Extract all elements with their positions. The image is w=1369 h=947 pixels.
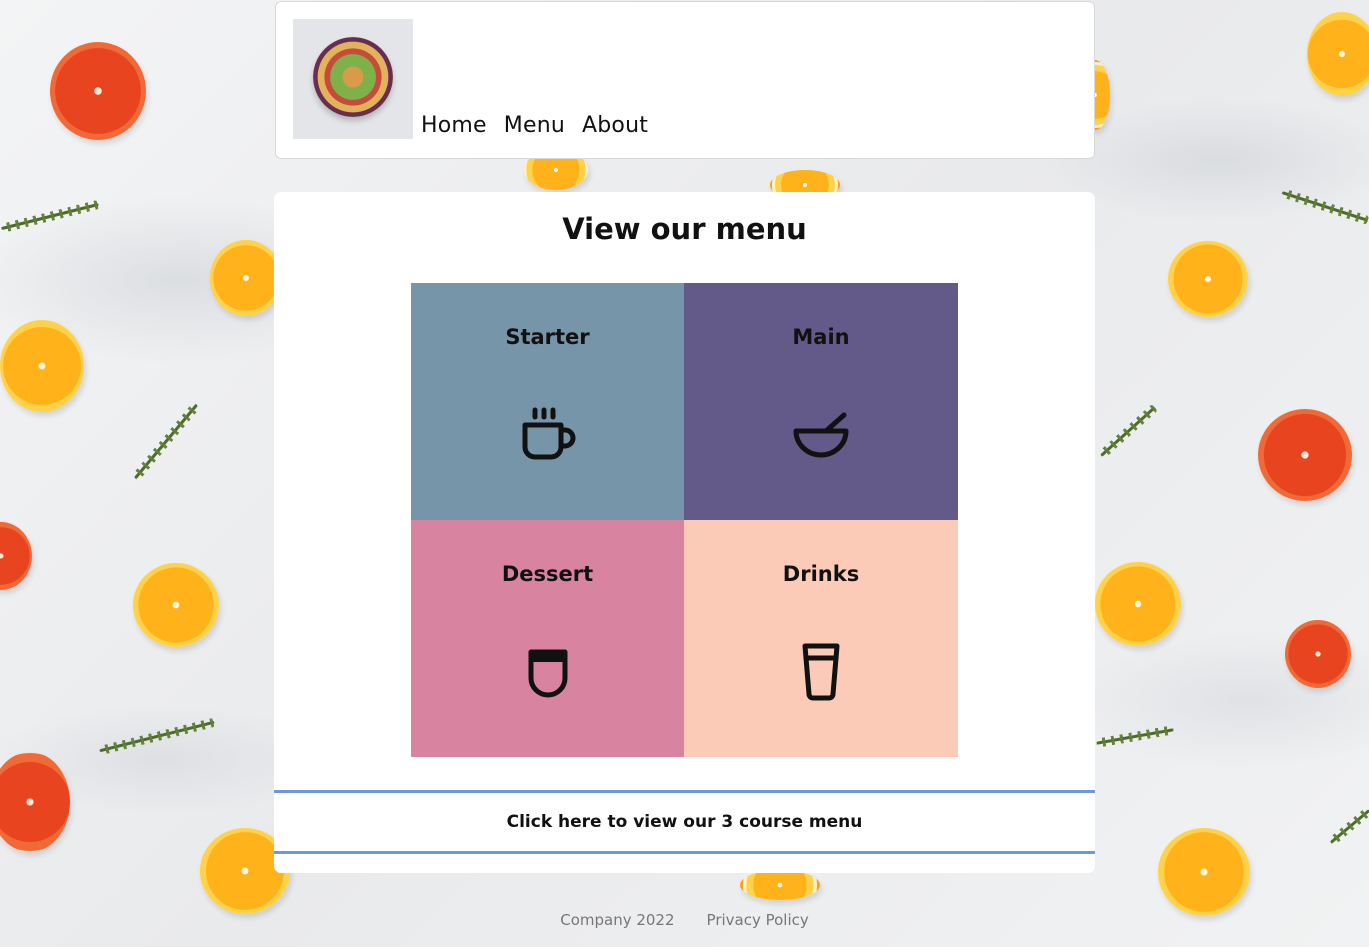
tile-drinks-label: Drinks [782, 562, 860, 586]
footer-company: Company 2022 [560, 911, 675, 929]
privacy-policy-link[interactable]: Privacy Policy [707, 911, 809, 929]
tile-dessert-label: Dessert [501, 562, 594, 586]
coffee-cup-icon [522, 407, 575, 460]
dessert-cup-icon [528, 649, 567, 698]
tile-drinks[interactable]: Drinks [684, 520, 958, 757]
nav-about-link[interactable]: About [582, 113, 648, 138]
tile-starter-label: Starter [505, 325, 590, 349]
menu-category-grid: Starter Main Dessert Drinks [411, 283, 958, 757]
nav-menu-link[interactable]: Menu [504, 113, 565, 138]
main-nav: Home Menu About [421, 113, 648, 138]
three-course-menu-button[interactable]: Click here to view our 3 course menu [274, 790, 1095, 854]
tile-main-label: Main [792, 325, 850, 349]
menu-card: View our menu Starter Main Dessert Drink… [274, 192, 1095, 873]
glass-icon [802, 643, 840, 701]
bowl-icon [793, 412, 849, 458]
nav-home-link[interactable]: Home [421, 113, 487, 138]
site-footer: Company 2022 Privacy Policy [0, 911, 1369, 929]
three-course-menu-label: Click here to view our 3 course menu [506, 812, 863, 832]
tile-starter[interactable]: Starter [411, 283, 684, 520]
tile-main[interactable]: Main [684, 283, 958, 520]
tile-dessert[interactable]: Dessert [411, 520, 684, 757]
salad-bowl-icon [313, 37, 393, 117]
page-title: View our menu [562, 212, 807, 246]
logo-image[interactable] [293, 19, 413, 139]
site-header: Home Menu About [275, 1, 1095, 159]
